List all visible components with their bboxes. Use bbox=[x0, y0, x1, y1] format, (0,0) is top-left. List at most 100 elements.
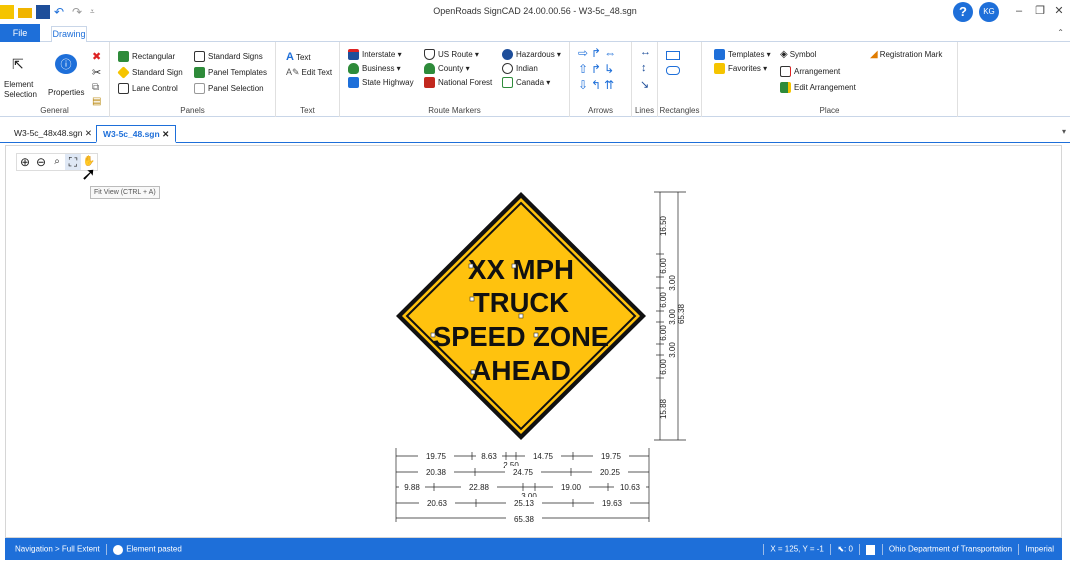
arrow-right-icon[interactable]: ⇨↱⇔ bbox=[578, 46, 619, 60]
info-icon bbox=[113, 544, 124, 555]
diagonal-line-icon[interactable]: ↘ bbox=[640, 78, 649, 91]
document-tab-w3-5c-48[interactable]: W3-5c_48.sgn ✕ bbox=[96, 125, 177, 143]
element-selection-button[interactable]: Element Selection bbox=[4, 80, 44, 100]
ribbon-tab-bar: File Drawing ⌃ bbox=[0, 24, 1070, 43]
minimize-button[interactable]: – bbox=[1012, 4, 1026, 18]
registration-mark-icon: ◢ bbox=[870, 49, 878, 60]
sign-line-2[interactable]: TRUCK bbox=[473, 287, 569, 318]
panel-templates-button[interactable]: Panel Templates bbox=[194, 67, 267, 78]
rectangle-icon[interactable] bbox=[666, 51, 680, 60]
lane-control-button[interactable]: Lane Control bbox=[118, 83, 178, 94]
sheet-icon[interactable] bbox=[866, 544, 876, 555]
rectangular-button[interactable]: Rectangular bbox=[118, 51, 175, 62]
edit-arrangement-button[interactable]: Edit Arrangement bbox=[780, 82, 856, 93]
status-message: Element pasted bbox=[126, 544, 182, 554]
business-dropdown[interactable]: Business ▾ bbox=[348, 63, 401, 74]
units[interactable]: Imperial bbox=[1026, 545, 1054, 554]
window-title: OpenRoads SignCAD 24.00.00.56 - W3-5c_48… bbox=[433, 6, 637, 16]
standard-signs-button[interactable]: Standard Signs bbox=[194, 51, 263, 62]
group-label-text: Text bbox=[300, 106, 315, 115]
edit-text-icon: A✎ bbox=[286, 67, 300, 77]
group-rectangles: Rectangles bbox=[658, 42, 702, 117]
vdim-total: 65.38 bbox=[677, 303, 686, 324]
hazardous-dropdown[interactable]: Hazardous ▾ bbox=[502, 49, 561, 60]
rounded-rectangle-icon[interactable] bbox=[666, 66, 680, 75]
symbol-button[interactable]: ◈ Symbol bbox=[780, 49, 816, 60]
state-highway-button[interactable]: State Highway bbox=[348, 77, 414, 88]
document-tab-w3-5c-48x48[interactable]: W3-5c_48x48.sgn ✕ bbox=[8, 125, 98, 143]
properties-icon: ⓘ bbox=[55, 54, 77, 74]
vertical-line-icon[interactable]: ↕ bbox=[641, 62, 647, 74]
hdim-r1-4: 19.75 bbox=[601, 452, 622, 461]
county-dropdown[interactable]: County ▾ bbox=[424, 63, 470, 74]
group-label-lines: Lines bbox=[634, 106, 655, 115]
ribbon: ⇱ Element Selection ⓘ Properties ✖ ✂ ⧉ ▤… bbox=[0, 42, 1070, 117]
drawing-canvas[interactable]: ⊕ ⊖ ⌕ ⛶ ✋ ➚ Fit View (CTRL + A) XX MPH T… bbox=[5, 145, 1062, 538]
avatar[interactable]: KG bbox=[979, 2, 999, 22]
arrangement-button[interactable]: Arrangement bbox=[780, 66, 840, 77]
close-button[interactable]: ✕ bbox=[1052, 4, 1066, 18]
registration-mark-label: Registration Mark bbox=[879, 50, 943, 59]
favorites-dropdown[interactable]: Favorites ▾ bbox=[714, 63, 767, 74]
hdim-r1-2: 8.63 bbox=[481, 452, 497, 461]
national-forest-button[interactable]: National Forest bbox=[424, 77, 492, 88]
sign-line-1[interactable]: XX MPH bbox=[468, 254, 574, 285]
vdim-6: 6.00 bbox=[659, 325, 668, 341]
delete-icon[interactable]: ✖ bbox=[92, 50, 101, 63]
national-forest-icon bbox=[424, 77, 435, 88]
templates-dropdown[interactable]: Templates ▾ bbox=[714, 49, 771, 60]
vdim-7: 3.00 bbox=[668, 342, 677, 358]
group-lines: ↔ ↕ ↘ Lines bbox=[632, 42, 658, 117]
indian-route-icon bbox=[502, 63, 513, 74]
coordinates-readout: X = 125, Y = -1 bbox=[770, 544, 824, 554]
tab-drawing[interactable]: Drawing bbox=[51, 26, 87, 43]
edit-text-button[interactable]: A✎ Edit Text bbox=[286, 67, 332, 78]
tab-file[interactable]: File bbox=[0, 24, 40, 42]
panel-selection-button[interactable]: Panel Selection bbox=[194, 83, 264, 94]
standard-signs-icon bbox=[194, 51, 205, 62]
us-route-dropdown[interactable]: US Route ▾ bbox=[424, 49, 479, 60]
group-panels: Rectangular Standard Sign Lane Control S… bbox=[110, 42, 276, 117]
group-arrows: ⇨↱⇔ ⇧↱↳ ⇩↰⇈ Arrows bbox=[570, 42, 632, 117]
collapse-ribbon-icon[interactable]: ⌃ bbox=[1057, 28, 1064, 37]
arrow-up-icon[interactable]: ⇧↱↳ bbox=[578, 62, 617, 76]
us-route-label: US Route ▾ bbox=[438, 50, 479, 59]
indian-button[interactable]: Indian bbox=[502, 63, 538, 74]
arrangement-icon bbox=[780, 66, 791, 77]
vdim-3: 3.00 bbox=[668, 275, 677, 291]
restore-button[interactable]: ❐ bbox=[1033, 4, 1047, 18]
text-icon: A bbox=[286, 51, 294, 63]
symbol-diamond-icon: ◈ bbox=[780, 49, 788, 60]
horizontal-line-icon[interactable]: ↔ bbox=[640, 46, 651, 58]
close-tab-icon[interactable]: ✕ bbox=[85, 128, 92, 138]
canada-dropdown[interactable]: Canada ▾ bbox=[502, 77, 550, 88]
panel-templates-label: Panel Templates bbox=[208, 68, 267, 77]
interstate-dropdown[interactable]: Interstate ▾ bbox=[348, 49, 402, 60]
properties-button[interactable]: Properties bbox=[48, 88, 84, 97]
lane-control-label: Lane Control bbox=[132, 84, 178, 93]
hdim-r6-3: 19.63 bbox=[602, 499, 623, 508]
templates-icon bbox=[714, 49, 725, 60]
selection-count: : 0 bbox=[844, 544, 853, 554]
tab-overflow-chevron-icon[interactable]: ▾ bbox=[1062, 127, 1066, 136]
hdim-total: 65.38 bbox=[514, 515, 535, 524]
arrow-down-icon[interactable]: ⇩↰⇈ bbox=[578, 78, 617, 92]
group-label-arrows: Arrows bbox=[588, 106, 613, 115]
canada-label: Canada ▾ bbox=[516, 78, 551, 87]
sign-line-4[interactable]: AHEAD bbox=[471, 355, 571, 386]
status-divider bbox=[881, 544, 883, 555]
sign-line-3[interactable]: SPEED ZONE bbox=[433, 321, 609, 352]
standard-signs-label: Standard Signs bbox=[208, 52, 263, 61]
registration-mark-button[interactable]: ◢ Registration Mark bbox=[870, 49, 942, 60]
text-button[interactable]: A Text bbox=[286, 51, 311, 63]
state-highway-icon bbox=[348, 77, 359, 88]
close-tab-icon[interactable]: ✕ bbox=[162, 129, 169, 139]
standard-sign-button[interactable]: Standard Sign bbox=[117, 66, 183, 79]
hdim-r6-1: 20.63 bbox=[427, 499, 448, 508]
copy-icon[interactable]: ⧉ bbox=[92, 82, 99, 93]
organization: Ohio Department of Transportation bbox=[888, 544, 1013, 554]
document-tab-label: W3-5c_48x48.sgn bbox=[14, 128, 83, 138]
help-icon[interactable]: ? bbox=[953, 2, 973, 22]
canada-shield-icon bbox=[502, 77, 513, 88]
cut-icon[interactable]: ✂ bbox=[92, 66, 101, 79]
